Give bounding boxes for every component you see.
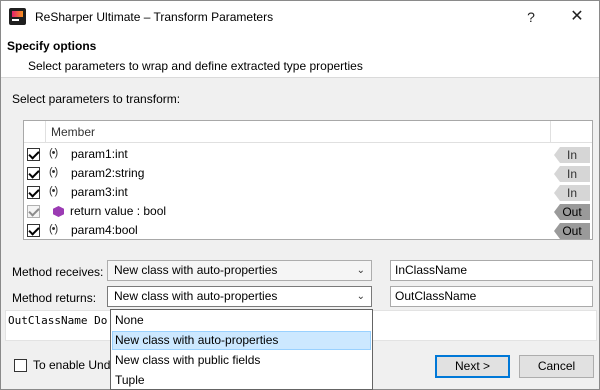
method-returns-combo[interactable]: New class with auto-properties ⌄ xyxy=(107,286,372,307)
parameter-row[interactable]: (•) param3:int In xyxy=(24,183,592,202)
grid-header: Member xyxy=(24,121,592,143)
title-bar: ReSharper Ultimate – Transform Parameter… xyxy=(1,1,599,33)
method-returns-label: Method returns: xyxy=(12,291,97,305)
direction-badge: Out xyxy=(554,223,590,239)
parameter-icon: (•) xyxy=(49,166,58,178)
parameters-section-label: Select parameters to transform: xyxy=(12,92,181,106)
direction-badge: In xyxy=(554,185,590,201)
chevron-down-icon: ⌄ xyxy=(356,291,365,302)
return-value-checkbox xyxy=(27,205,40,218)
next-button[interactable]: Next > xyxy=(435,355,510,378)
method-returns-dropdown-list: None New class with auto-properties New … xyxy=(110,309,373,390)
method-receives-label: Method receives: xyxy=(12,265,104,279)
page-title: Specify options xyxy=(7,39,97,53)
parameter-row[interactable]: (•) param4:bool Out xyxy=(24,221,592,240)
out-class-name-input[interactable]: OutClassName xyxy=(390,286,593,307)
parameter-icon: (•) xyxy=(49,147,58,159)
method-receives-combo[interactable]: New class with auto-properties ⌄ xyxy=(107,260,372,281)
header-panel: Specify options Select parameters to wra… xyxy=(1,33,599,78)
parameter-row[interactable]: (•) param2:string In xyxy=(24,164,592,183)
column-divider xyxy=(550,121,551,143)
parameter-checkbox[interactable] xyxy=(27,148,40,161)
return-value-row[interactable]: return value : bool Out xyxy=(24,202,592,221)
parameter-checkbox[interactable] xyxy=(27,186,40,199)
return-value-icon xyxy=(53,206,64,217)
dropdown-option-none[interactable]: None xyxy=(112,311,371,330)
checkbox-column-header xyxy=(24,121,46,143)
help-button[interactable]: ? xyxy=(514,5,548,29)
chevron-down-icon: ⌄ xyxy=(356,265,365,276)
direction-badge: In xyxy=(554,147,590,163)
parameters-grid: Member (•) param1:int In (•) param2:stri… xyxy=(23,120,593,240)
close-button[interactable]: ✕ xyxy=(560,5,594,29)
resharper-logo-icon xyxy=(9,8,26,25)
window-title: ReSharper Ultimate – Transform Parameter… xyxy=(35,10,274,24)
return-value-label: return value : bool xyxy=(70,204,167,218)
parameter-label: param3:int xyxy=(71,185,128,199)
cancel-button[interactable]: Cancel xyxy=(519,355,594,378)
enable-undo-checkbox[interactable] xyxy=(14,359,27,372)
dropdown-option-auto-properties[interactable]: New class with auto-properties xyxy=(112,331,371,350)
method-receives-value: New class with auto-properties xyxy=(114,263,278,277)
direction-badge: Out xyxy=(554,204,590,220)
parameter-icon: (•) xyxy=(49,185,58,197)
parameter-checkbox[interactable] xyxy=(27,167,40,180)
member-column-header[interactable]: Member xyxy=(51,125,95,139)
parameter-label: param1:int xyxy=(71,147,128,161)
enable-undo-label: To enable Undo xyxy=(33,358,118,372)
dropdown-option-tuple[interactable]: Tuple xyxy=(112,371,371,390)
parameter-label: param4:bool xyxy=(71,223,138,237)
method-returns-value: New class with auto-properties xyxy=(114,289,278,303)
dropdown-option-public-fields[interactable]: New class with public fields xyxy=(112,351,371,370)
direction-badge: In xyxy=(554,166,590,182)
in-class-name-input[interactable]: InClassName xyxy=(390,260,593,281)
parameter-icon: (•) xyxy=(49,223,58,235)
transform-parameters-dialog: ReSharper Ultimate – Transform Parameter… xyxy=(0,0,600,390)
parameter-checkbox[interactable] xyxy=(27,224,40,237)
parameter-label: param2:string xyxy=(71,166,145,180)
page-subtitle: Select parameters to wrap and define ext… xyxy=(28,59,363,73)
parameter-row[interactable]: (•) param1:int In xyxy=(24,145,592,164)
